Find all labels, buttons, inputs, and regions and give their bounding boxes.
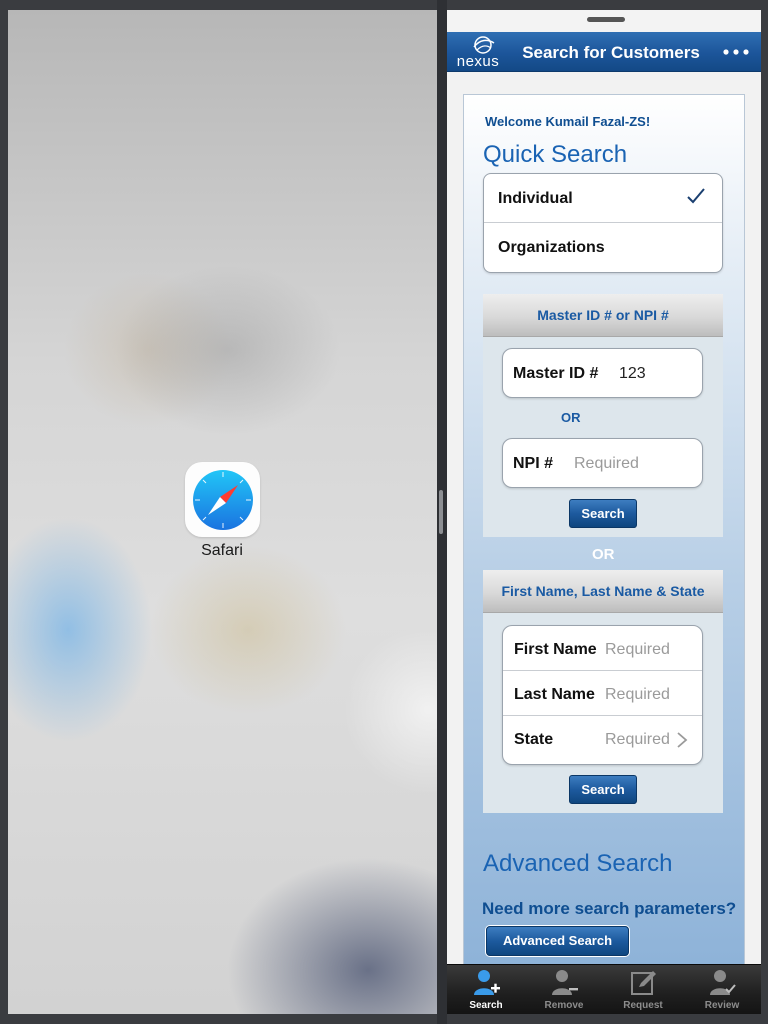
name-search-button[interactable]: Search (569, 775, 637, 804)
compass-icon (192, 469, 253, 530)
option-label: Individual (498, 190, 573, 207)
first-name-row[interactable]: First Name (503, 626, 702, 671)
safari-app-label: Safari (201, 542, 243, 559)
name-search-fields: First Name Last Name State Required (502, 625, 703, 765)
master-id-label: Master ID # (513, 365, 599, 382)
tab-remove[interactable]: Remove (525, 965, 603, 1014)
tab-label: Remove (544, 1000, 584, 1011)
or-divider: OR (592, 546, 615, 563)
tab-review[interactable]: Review (683, 965, 761, 1014)
tab-search[interactable]: Search (447, 965, 525, 1014)
nav-title: Search for Customers (522, 43, 700, 62)
user-remove-icon (552, 970, 578, 995)
quick-search-title: Quick Search (483, 141, 628, 168)
user-check-icon (710, 970, 736, 995)
safari-app-icon[interactable] (185, 462, 260, 537)
logo-text: nexus (456, 53, 500, 70)
npi-input[interactable] (574, 455, 694, 473)
state-row[interactable]: State Required (503, 716, 702, 764)
npi-field[interactable]: NPI # (502, 438, 703, 488)
tab-label: Request (623, 1000, 663, 1011)
first-name-label: First Name (514, 641, 597, 658)
master-id-field[interactable]: Master ID # (502, 348, 703, 398)
first-name-input[interactable] (605, 641, 695, 659)
welcome-message: Welcome Kumail Fazal-ZS! (485, 114, 651, 129)
tab-request[interactable]: Request (604, 965, 682, 1014)
advanced-search-button[interactable]: Advanced Search (486, 926, 629, 956)
name-search-panel: First Name, Last Name & State First Name… (483, 570, 723, 813)
home-screen-pane: Safari (8, 10, 437, 1014)
id-search-panel: Master ID # or NPI # Master ID # OR NPI … (483, 294, 723, 537)
advanced-search-title: Advanced Search (483, 850, 673, 877)
tab-bar: Search Remove Request Review (447, 964, 761, 1014)
npi-label: NPI # (513, 455, 554, 472)
tab-label: Review (704, 1000, 740, 1011)
last-name-row[interactable]: Last Name (503, 671, 702, 716)
globe-icon (473, 36, 495, 54)
search-content: Welcome Kumail Fazal-ZS! Quick Search In… (463, 94, 745, 974)
split-view-handle[interactable] (439, 490, 443, 534)
advanced-search-question: Need more search parameters? (482, 899, 737, 918)
last-name-input[interactable] (605, 686, 695, 704)
option-label: Organizations (498, 239, 605, 256)
edit-icon (631, 971, 656, 995)
last-name-label: Last Name (514, 686, 595, 703)
state-label: State (514, 731, 554, 748)
id-search-header: Master ID # or NPI # (483, 294, 723, 337)
nav-bar: nexus Search for Customers (447, 32, 761, 72)
tab-label: Search (469, 1000, 503, 1011)
pane-drag-handle[interactable] (587, 17, 625, 22)
master-id-input[interactable] (619, 365, 697, 383)
id-search-button[interactable]: Search (569, 499, 637, 528)
checkmark-icon (687, 188, 705, 204)
nexus-logo: nexus (452, 35, 504, 71)
state-value: Required (605, 731, 670, 748)
chevron-right-icon (677, 732, 688, 748)
user-add-icon (474, 970, 500, 995)
customer-type-selector: Individual Organizations (483, 173, 723, 273)
option-individual[interactable]: Individual (484, 174, 722, 223)
or-label: OR (561, 410, 581, 425)
name-search-header: First Name, Last Name & State (483, 570, 723, 613)
more-dots-icon[interactable] (721, 42, 751, 62)
nexus-app-pane: nexus Search for Customers Welcome Kumai… (447, 10, 761, 1014)
option-organizations[interactable]: Organizations (484, 223, 722, 272)
pane-drag-bar[interactable] (447, 10, 761, 32)
